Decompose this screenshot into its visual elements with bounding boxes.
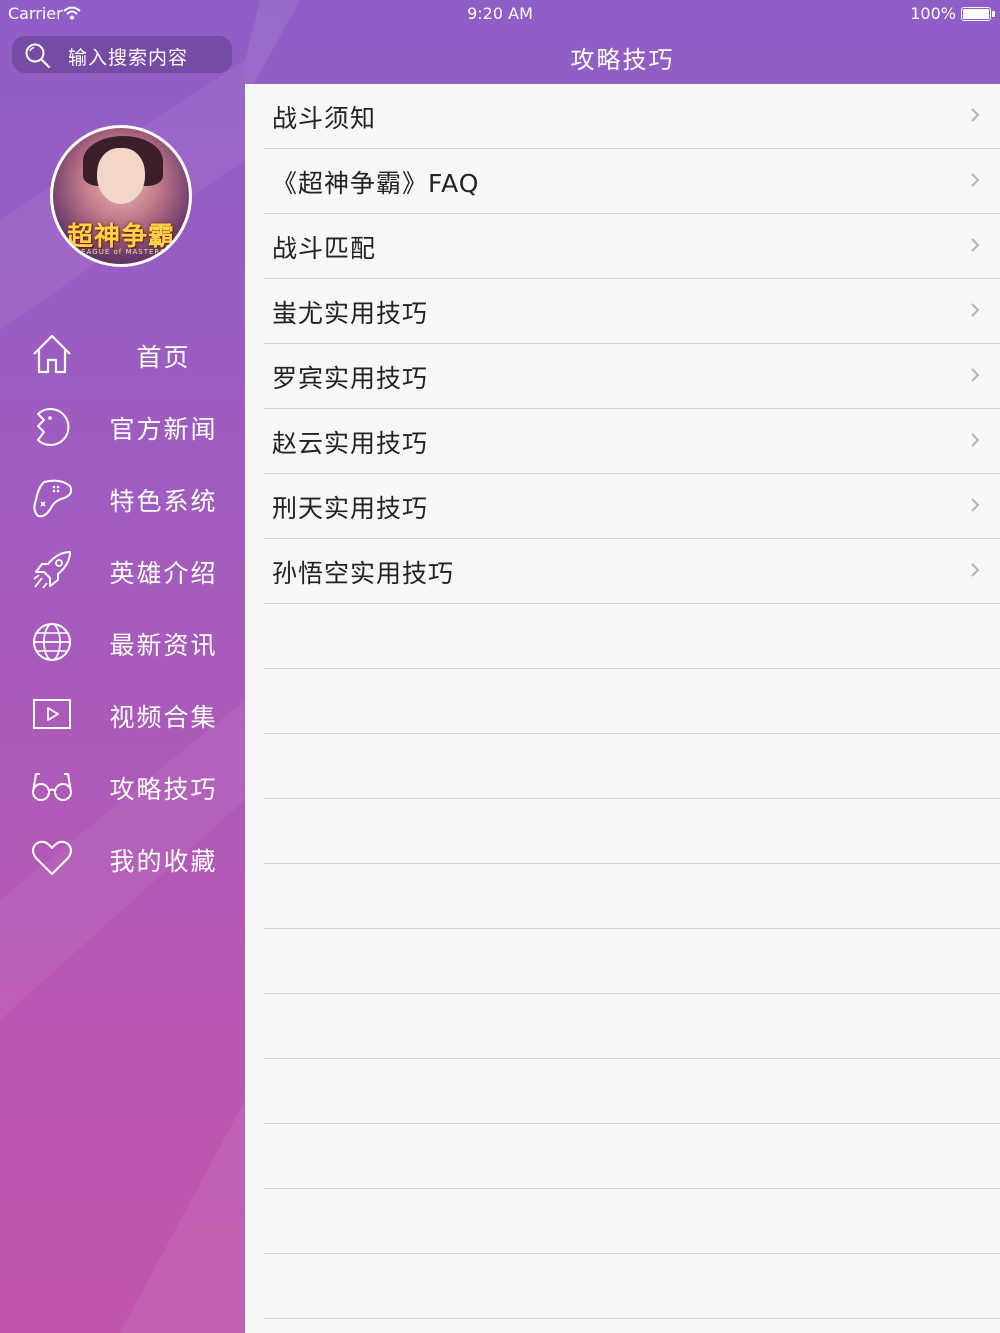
- chevron-right-icon: [970, 497, 980, 517]
- empty-row: [245, 1189, 1000, 1254]
- list-item-label: 刑天实用技巧: [272, 494, 429, 523]
- avatar[interactable]: 超神争霸 LEAGUE of MASTERS: [50, 125, 192, 267]
- empty-row: [245, 734, 1000, 799]
- empty-row: [245, 864, 1000, 929]
- glasses-icon: [30, 764, 74, 808]
- sidebar-item-home[interactable]: 首页: [0, 324, 245, 384]
- battery-icon: [961, 7, 995, 21]
- gamepad-icon: [30, 476, 74, 520]
- sidebar-item-latest[interactable]: 最新资讯: [0, 612, 245, 672]
- list-item[interactable]: 赵云实用技巧: [245, 409, 1000, 474]
- chevron-right-icon: [970, 562, 980, 582]
- empty-row: [245, 1059, 1000, 1124]
- status-bar: Carrier 9:20 AM 100%: [0, 0, 1000, 28]
- sidebar-item-label: 官方新闻: [109, 415, 218, 444]
- list-item[interactable]: 孙悟空实用技巧: [245, 539, 1000, 604]
- battery-percent: 100%: [910, 4, 956, 23]
- empty-row: [245, 604, 1000, 669]
- rocket-icon: [30, 548, 74, 592]
- list-item[interactable]: 战斗须知: [245, 84, 1000, 149]
- list-item-label: 孙悟空实用技巧: [272, 559, 455, 588]
- guide-list: 战斗须知 《超神争霸》FAQ 战斗匹配 蚩尤实用技巧 罗宾实用技巧 赵云实用技巧…: [245, 84, 1000, 1333]
- sidebar-item-label: 最新资讯: [109, 631, 218, 660]
- sidebar-item-label: 攻略技巧: [109, 775, 218, 804]
- news-icon: [30, 404, 74, 448]
- chevron-right-icon: [970, 302, 980, 322]
- list-item[interactable]: 战斗匹配: [245, 214, 1000, 279]
- empty-row: [245, 929, 1000, 994]
- empty-row: [245, 799, 1000, 864]
- list-item[interactable]: 蚩尤实用技巧: [245, 279, 1000, 344]
- video-icon: [30, 692, 74, 736]
- chevron-right-icon: [970, 107, 980, 127]
- empty-row: [245, 994, 1000, 1059]
- sidebar-item-label: 我的收藏: [109, 847, 218, 876]
- empty-row: [245, 1124, 1000, 1189]
- page-title: 攻略技巧: [570, 46, 675, 74]
- list-item-label: 蚩尤实用技巧: [272, 299, 429, 328]
- status-time: 9:20 AM: [467, 4, 533, 23]
- sidebar-item-label: 视频合集: [109, 703, 218, 732]
- list-item-label: 《超神争霸》FAQ: [272, 169, 480, 198]
- search-input[interactable]: 输入搜索内容: [11, 35, 233, 74]
- sidebar-item-label: 首页: [136, 343, 191, 372]
- sidebar-item-heroes[interactable]: 英雄介绍: [0, 540, 245, 600]
- list-item-label: 战斗须知: [272, 104, 377, 133]
- heart-icon: [30, 836, 74, 880]
- chevron-right-icon: [970, 367, 980, 387]
- list-item-label: 赵云实用技巧: [272, 429, 429, 458]
- empty-row: [245, 1254, 1000, 1319]
- sidebar-item-features[interactable]: 特色系统: [0, 468, 245, 528]
- search-placeholder: 输入搜索内容: [68, 47, 189, 69]
- sidebar-item-guides[interactable]: 攻略技巧: [0, 756, 245, 816]
- list-item[interactable]: 罗宾实用技巧: [245, 344, 1000, 409]
- search-icon: [24, 42, 52, 74]
- home-icon: [30, 332, 74, 376]
- list-item[interactable]: 《超神争霸》FAQ: [245, 149, 1000, 214]
- globe-icon: [30, 620, 74, 664]
- sidebar-item-videos[interactable]: 视频合集: [0, 684, 245, 744]
- sidebar-item-label: 特色系统: [109, 487, 218, 516]
- list-item-label: 战斗匹配: [272, 234, 377, 263]
- list-item[interactable]: 刑天实用技巧: [245, 474, 1000, 539]
- sidebar-item-news[interactable]: 官方新闻: [0, 396, 245, 456]
- chevron-right-icon: [970, 432, 980, 452]
- chevron-right-icon: [970, 237, 980, 257]
- game-logo-subtext: LEAGUE of MASTERS: [76, 248, 166, 256]
- sidebar-item-favorites[interactable]: 我的收藏: [0, 828, 245, 888]
- sidebar-item-label: 英雄介绍: [109, 559, 218, 588]
- list-item-label: 罗宾实用技巧: [272, 364, 429, 393]
- empty-row: [245, 669, 1000, 734]
- chevron-right-icon: [970, 172, 980, 192]
